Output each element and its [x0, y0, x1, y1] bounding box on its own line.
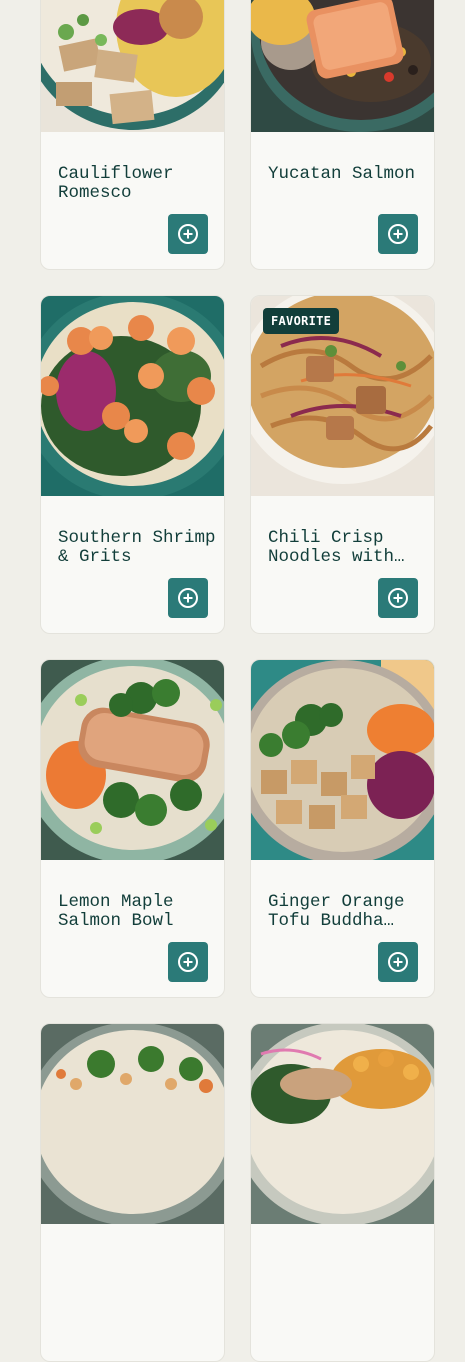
dish-photo	[41, 1024, 224, 1224]
add-to-cart-button[interactable]	[378, 214, 418, 254]
plus-circle-icon	[388, 588, 408, 608]
plus-circle-icon	[178, 224, 198, 244]
dish-photo	[251, 1024, 434, 1224]
add-to-cart-button[interactable]	[378, 578, 418, 618]
dish-name: Southern Shrimp & Grits	[58, 529, 216, 567]
dish-name: Chili Crisp Noodles with…	[268, 529, 405, 567]
menu-card[interactable]	[40, 1023, 225, 1362]
menu-card[interactable]: Cauliflower Romesco	[40, 0, 225, 270]
dish-photo	[41, 660, 224, 860]
dish-name: Lemon Maple Salmon Bowl	[58, 893, 174, 931]
menu-card[interactable]	[250, 1023, 435, 1362]
plus-circle-icon	[178, 588, 198, 608]
menu-card[interactable]: FAVORITE Chili Crisp Noodles with…	[250, 295, 435, 634]
dish-name: Yucatan Salmon	[268, 165, 416, 184]
dish-name: Cauliflower Romesco	[58, 165, 174, 203]
dish-photo	[251, 0, 434, 132]
add-to-cart-button[interactable]	[168, 578, 208, 618]
menu-card[interactable]: Yucatan Salmon	[250, 0, 435, 270]
plus-circle-icon	[388, 224, 408, 244]
menu-card[interactable]: Southern Shrimp & Grits	[40, 295, 225, 634]
dish-photo	[41, 0, 224, 132]
dish-photo	[41, 296, 224, 496]
dish-photo: FAVORITE	[251, 296, 434, 496]
dish-photo	[251, 660, 434, 860]
menu-card[interactable]: Ginger Orange Tofu Buddha…	[250, 659, 435, 998]
add-to-cart-button[interactable]	[168, 214, 208, 254]
plus-circle-icon	[178, 952, 198, 972]
menu-grid: Cauliflower Romesco Yucatan Salmon South…	[40, 0, 435, 1362]
menu-card[interactable]: Lemon Maple Salmon Bowl	[40, 659, 225, 998]
favorite-badge: FAVORITE	[263, 308, 340, 334]
dish-name: Ginger Orange Tofu Buddha…	[268, 893, 405, 931]
add-to-cart-button[interactable]	[168, 942, 208, 982]
plus-circle-icon	[388, 952, 408, 972]
add-to-cart-button[interactable]	[378, 942, 418, 982]
